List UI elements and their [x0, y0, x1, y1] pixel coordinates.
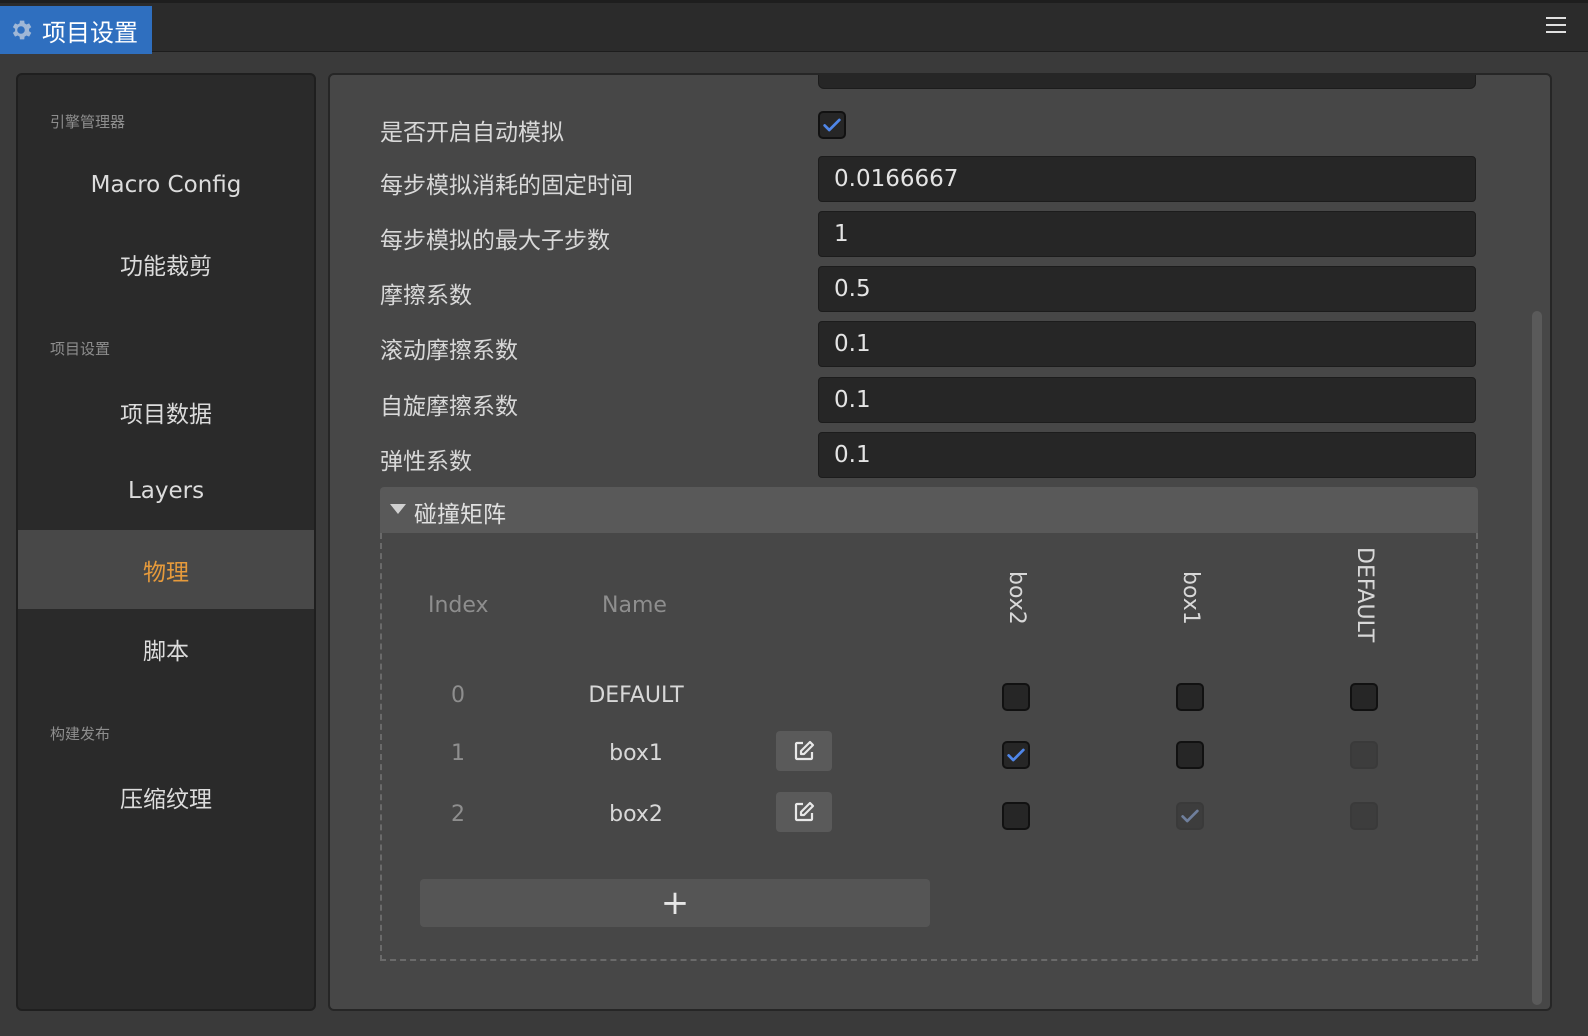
- vertical-scrollbar[interactable]: [1532, 311, 1542, 1005]
- max-sub-steps-label: 每步模拟的最大子步数: [380, 228, 610, 254]
- check-icon: [1181, 809, 1199, 823]
- collision-matrix-title: 碰撞矩阵: [414, 502, 506, 528]
- matrix-checkbox-box1-default-disabled: [1350, 741, 1378, 769]
- edit-box1-button[interactable]: [776, 731, 832, 771]
- add-label: +: [660, 883, 690, 923]
- auto-simulate-checkbox[interactable]: [818, 111, 846, 139]
- rolling-friction-input[interactable]: 0.1: [818, 321, 1476, 367]
- spinning-friction-row: 自旋摩擦系数 0.1: [378, 377, 1478, 425]
- check-icon: [823, 118, 841, 132]
- matrix-checkbox-box2-box2[interactable]: [1002, 802, 1030, 830]
- title-bar: 项目设置: [0, 0, 1588, 54]
- edit-icon: [794, 801, 815, 822]
- check-icon: [1007, 748, 1025, 762]
- sidebar-item-macro-config[interactable]: Macro Config: [18, 145, 314, 224]
- restitution-label: 弹性系数: [380, 449, 472, 475]
- add-group-button[interactable]: +: [420, 879, 930, 927]
- row-name-box2: box2: [609, 802, 663, 827]
- edit-icon: [794, 740, 815, 761]
- sidebar-item-texture-compress[interactable]: 压缩纹理: [18, 757, 314, 836]
- window-title: 项目设置: [42, 18, 138, 47]
- collision-matrix-header[interactable]: 碰撞矩阵: [380, 487, 1478, 533]
- max-sub-steps-row: 每步模拟的最大子步数 1: [378, 211, 1478, 259]
- row-index-2: 2: [451, 802, 465, 827]
- hamburger-menu-icon[interactable]: [1546, 17, 1566, 37]
- sidebar-item-feature-crop[interactable]: 功能裁剪: [18, 224, 314, 303]
- matrix-checkbox-box1-box1[interactable]: [1176, 741, 1204, 769]
- gear-icon: [12, 20, 32, 40]
- section-title-engine-manager: 引擎管理器: [50, 113, 126, 131]
- row-name-box1: box1: [609, 741, 663, 766]
- sidebar-item-layers[interactable]: Layers: [18, 451, 314, 530]
- column-header-box2: box2: [1004, 571, 1029, 625]
- sidebar-item-script[interactable]: 脚本: [18, 609, 314, 688]
- spinning-friction-input[interactable]: 0.1: [818, 377, 1476, 423]
- sidebar-item-project-data[interactable]: 项目数据: [18, 372, 314, 451]
- friction-label: 摩擦系数: [380, 283, 472, 309]
- section-title-build-publish: 构建发布: [50, 725, 111, 743]
- sidebar-item-physics[interactable]: 物理: [18, 530, 314, 609]
- tab-project-settings[interactable]: 项目设置: [0, 6, 152, 54]
- auto-simulate-label: 是否开启自动模拟: [380, 120, 564, 146]
- restitution-input[interactable]: 0.1: [818, 432, 1476, 478]
- physics-settings-panel: 是否开启自动模拟 每步模拟消耗的固定时间 0.0166667 每步模拟的最大子步…: [328, 73, 1552, 1011]
- auto-simulate-row: 是否开启自动模拟: [378, 103, 1478, 151]
- column-header-index: Index: [428, 593, 489, 618]
- friction-row: 摩擦系数 0.5: [378, 266, 1478, 314]
- section-title-project-settings: 项目设置: [50, 340, 111, 358]
- rolling-friction-label: 滚动摩擦系数: [380, 338, 518, 364]
- rolling-friction-row: 滚动摩擦系数 0.1: [378, 321, 1478, 369]
- fixed-time-step-input[interactable]: 0.0166667: [818, 156, 1476, 202]
- restitution-row: 弹性系数 0.1: [378, 432, 1478, 480]
- matrix-checkbox-default-default[interactable]: [1350, 683, 1378, 711]
- column-header-name: Name: [602, 593, 667, 618]
- column-header-box1: box1: [1178, 571, 1203, 625]
- column-header-default: DEFAULT: [1352, 547, 1377, 643]
- collapse-triangle-icon[interactable]: [390, 504, 406, 514]
- matrix-checkbox-box2-box1-disabled: [1176, 802, 1204, 830]
- matrix-checkbox-default-box1[interactable]: [1176, 683, 1204, 711]
- matrix-checkbox-default-box2[interactable]: [1002, 683, 1030, 711]
- matrix-checkbox-box1-box2[interactable]: [1002, 741, 1030, 769]
- row-index-0: 0: [451, 683, 465, 708]
- collision-matrix-body: Index Name box2 box1 DEFAULT 0 DEFAULT 1…: [380, 533, 1478, 961]
- fixed-time-step-row: 每步模拟消耗的固定时间 0.0166667: [378, 156, 1478, 204]
- edit-box2-button[interactable]: [776, 792, 832, 832]
- spinning-friction-label: 自旋摩擦系数: [380, 394, 518, 420]
- max-sub-steps-input[interactable]: 1: [818, 211, 1476, 257]
- matrix-checkbox-box2-default-disabled: [1350, 802, 1378, 830]
- row-index-1: 1: [451, 741, 465, 766]
- friction-input[interactable]: 0.5: [818, 266, 1476, 312]
- settings-sidebar: 引擎管理器 Macro Config 功能裁剪 项目设置 项目数据 Layers…: [16, 73, 316, 1011]
- row-name-default: DEFAULT: [588, 683, 684, 708]
- partial-input-field[interactable]: [818, 75, 1476, 89]
- fixed-time-step-label: 每步模拟消耗的固定时间: [380, 173, 633, 199]
